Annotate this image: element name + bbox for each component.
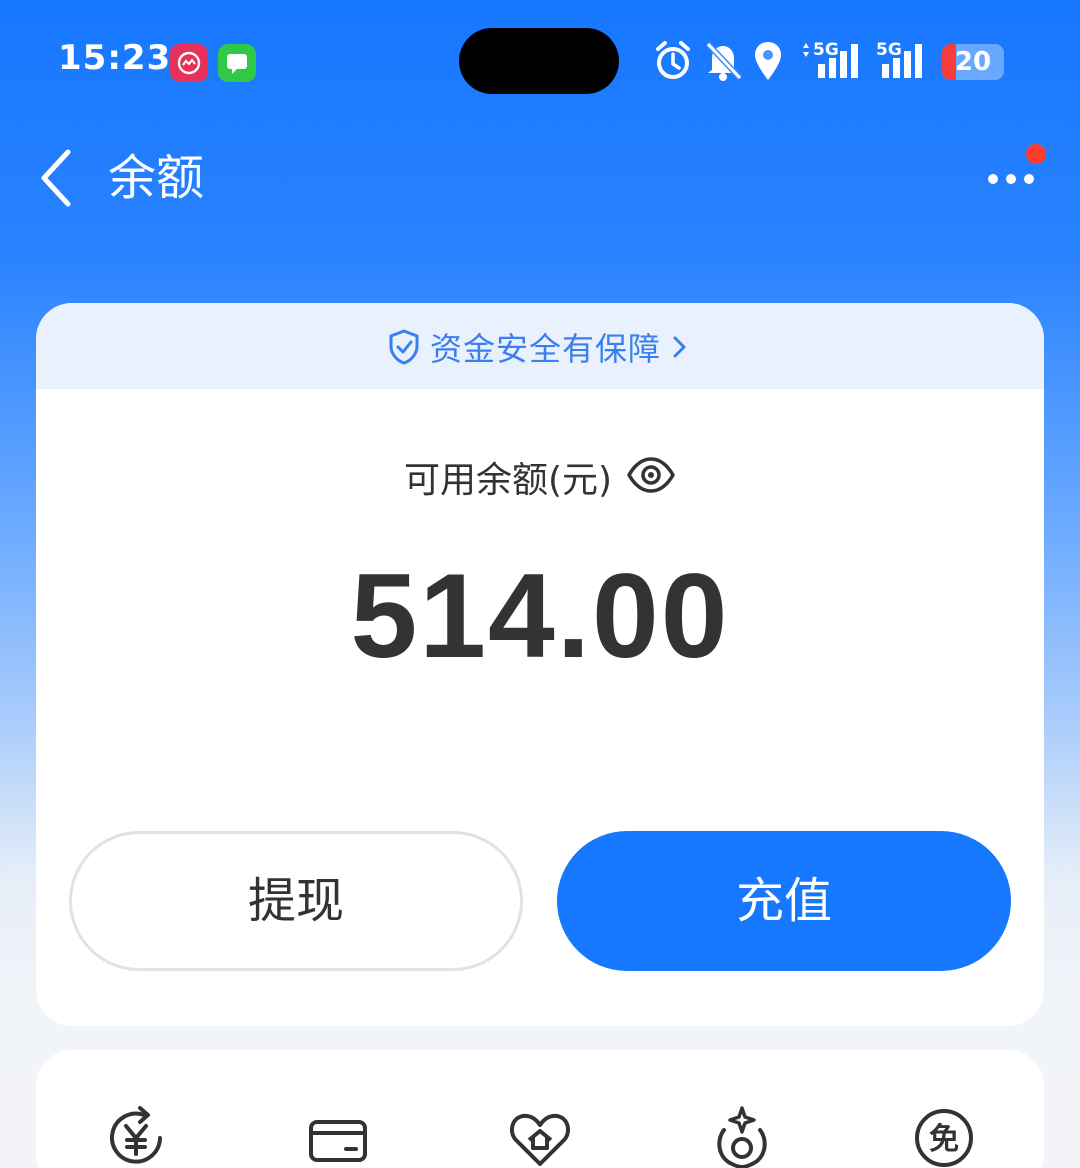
heart-home-icon[interactable]	[508, 1106, 572, 1168]
back-button[interactable]	[36, 148, 80, 208]
svg-text:免: 免	[929, 1122, 959, 1157]
yuan-refresh-icon[interactable]	[104, 1106, 168, 1168]
location-icon	[752, 40, 784, 86]
status-bar: 15:23 5G 5G 20	[0, 0, 1080, 120]
notification-dot	[1026, 144, 1046, 164]
page-title: 余额	[108, 150, 205, 206]
withdraw-button[interactable]: 提现	[69, 831, 523, 971]
recharge-button[interactable]: 充值	[557, 831, 1011, 971]
free-badge-icon[interactable]: 免	[912, 1106, 976, 1168]
alarm-icon	[654, 40, 692, 86]
sparkle-hand-icon[interactable]	[710, 1106, 774, 1168]
network-type-1: 5G	[813, 40, 839, 60]
balance-label-row: 可用余额(元)	[36, 449, 1044, 505]
shield-check-icon	[389, 329, 419, 365]
more-icon	[1006, 174, 1016, 184]
chevron-left-icon	[41, 149, 71, 207]
more-icon	[1024, 174, 1034, 184]
app-badge-red-icon	[170, 44, 208, 82]
chevron-right-icon	[673, 336, 686, 358]
bell-off-icon	[704, 40, 743, 86]
network-type-2: 5G	[876, 40, 902, 60]
balance-card: 资金安全有保障 可用余额(元) 514.00 提现 充值	[36, 303, 1044, 1026]
security-banner[interactable]: 资金安全有保障	[36, 303, 1044, 389]
more-icon	[988, 174, 998, 184]
security-text: 资金安全有保障	[430, 330, 662, 368]
balance-amount: 514.00	[350, 549, 730, 683]
services-card: 免	[36, 1050, 1044, 1168]
battery-level: 20	[954, 47, 992, 77]
security-link[interactable]: 资金安全有保障	[388, 325, 691, 369]
dynamic-island	[459, 28, 619, 94]
more-button[interactable]	[982, 144, 1046, 200]
messages-icon	[218, 44, 256, 82]
balance-label: 可用余额(元)	[403, 460, 613, 501]
eye-icon[interactable]	[626, 455, 676, 499]
status-time: 15:23	[58, 38, 172, 78]
card-icon[interactable]	[306, 1106, 370, 1168]
battery-indicator: 20	[942, 44, 1004, 80]
